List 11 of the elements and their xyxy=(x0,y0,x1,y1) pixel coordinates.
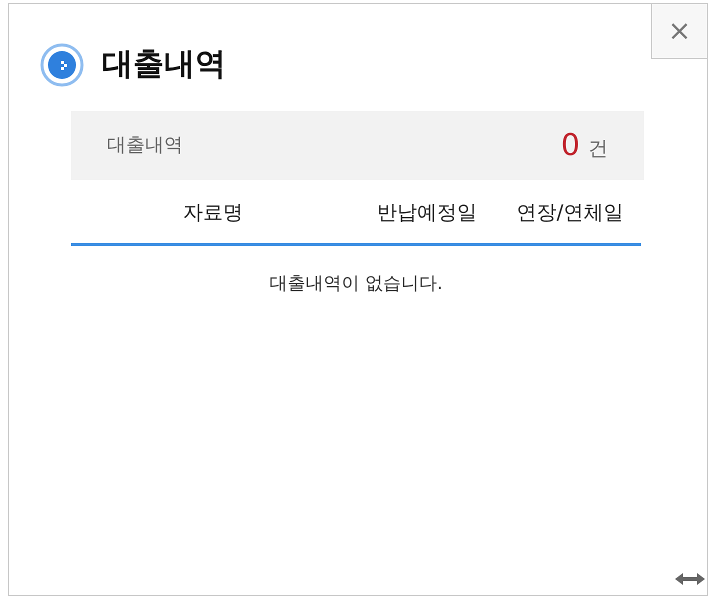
close-button[interactable]: × xyxy=(651,4,707,59)
column-header: 연장/연체일 xyxy=(516,200,624,224)
summary-label: 대출내역 xyxy=(107,133,183,158)
resize-icon[interactable] xyxy=(675,573,705,585)
title-icon xyxy=(40,43,84,87)
empty-message: 대출내역이 없습니다. xyxy=(269,273,443,294)
column-header: 반납예정일 xyxy=(377,200,477,224)
dialog-title: 대출내역 xyxy=(102,46,226,84)
count-unit: 건 xyxy=(588,135,608,162)
column-header: 자료명 xyxy=(183,200,243,224)
loan-count: 0 xyxy=(560,127,580,165)
